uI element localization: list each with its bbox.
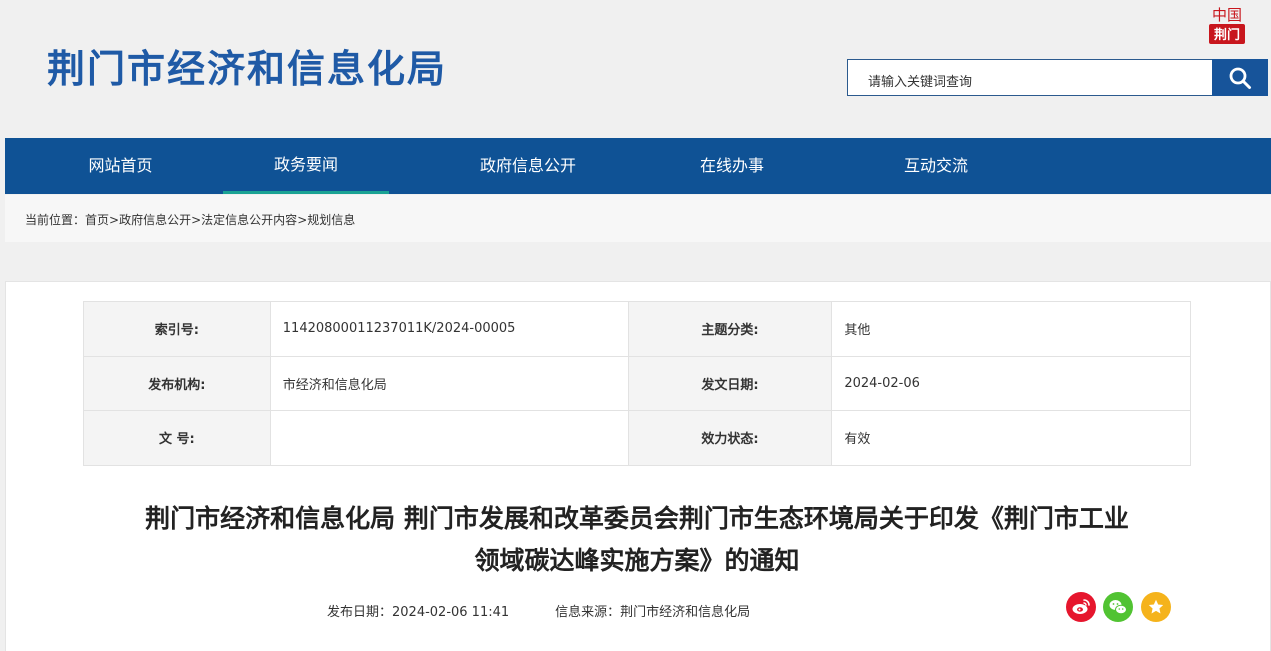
svg-text:荆门: 荆门 xyxy=(1214,27,1240,43)
index-value: 11420800011237011K/2024-00005 xyxy=(269,301,629,357)
article-content: 索引号: 11420800011237011K/2024-00005 主题分类:… xyxy=(5,281,1271,651)
nav-item-home[interactable]: 网站首页 xyxy=(53,138,188,194)
breadcrumb-prefix: 当前位置： xyxy=(25,213,86,227)
nav-item-gov-info[interactable]: 政府信息公开 xyxy=(458,138,598,194)
doc-number-label: 文 号: xyxy=(83,410,271,466)
breadcrumb-plan-info[interactable]: 规划信息 xyxy=(307,213,355,227)
publish-date: 发布日期：2024-02-06 11:41 xyxy=(327,605,510,620)
date-label: 发文日期: xyxy=(627,355,833,411)
nav-item-interaction[interactable]: 互动交流 xyxy=(872,138,1000,194)
search-button[interactable] xyxy=(1212,59,1268,96)
wechat-icon xyxy=(1109,600,1127,615)
table-row: 发布机构: 市经济和信息化局 发文日期: 2024-02-06 xyxy=(83,355,1191,411)
breadcrumb-bar: 当前位置：首页>政府信息公开>法定信息公开内容>规划信息 xyxy=(5,195,1271,242)
date-value: 2024-02-06 xyxy=(831,355,1191,411)
main-nav: 网站首页 政务要闻 政府信息公开 在线办事 互动交流 xyxy=(5,138,1271,194)
article-info: 发布日期：2024-02-06 11:41 信息来源：荆门市经济和信息化局 xyxy=(327,601,750,620)
info-source: 信息来源：荆门市经济和信息化局 xyxy=(555,605,751,620)
article-title: 荆门市经济和信息化局 荆门市发展和改革委员会荆门市生态环境局关于印发《荆门市工业… xyxy=(83,498,1191,582)
search-icon xyxy=(1229,67,1251,89)
article-title-line-2: 领域碳达峰实施方案》的通知 xyxy=(474,546,800,575)
favorite-star-icon xyxy=(1148,599,1164,614)
share-wechat-button[interactable] xyxy=(1103,592,1133,622)
document-meta-table: 索引号: 11420800011237011K/2024-00005 主题分类:… xyxy=(83,301,1191,466)
breadcrumb-separator: > xyxy=(297,213,308,227)
status-value: 有效 xyxy=(831,410,1191,466)
search-input[interactable]: 请输入关键词查询 xyxy=(847,59,1212,96)
topic-label: 主题分类: xyxy=(627,301,833,357)
site-title[interactable]: 荆门市经济和信息化局 xyxy=(47,38,447,93)
org-label: 发布机构: xyxy=(83,355,271,411)
nav-item-news[interactable]: 政务要闻 xyxy=(223,138,389,194)
doc-number-value xyxy=(269,410,629,466)
breadcrumb-gov-info[interactable]: 政府信息公开 xyxy=(119,213,191,227)
svg-text:中国: 中国 xyxy=(1212,6,1242,24)
breadcrumb-separator: > xyxy=(109,213,120,227)
status-label: 效力状态: xyxy=(627,410,833,466)
table-row: 索引号: 11420800011237011K/2024-00005 主题分类:… xyxy=(83,301,1191,357)
breadcrumb-home[interactable]: 首页 xyxy=(85,213,109,227)
city-seal-logo: 中国 荆门 xyxy=(1209,6,1245,44)
share-favorite-button[interactable] xyxy=(1141,592,1171,622)
topic-value: 其他 xyxy=(831,301,1191,357)
index-label: 索引号: xyxy=(83,301,271,357)
breadcrumb-legal-info[interactable]: 法定信息公开内容 xyxy=(201,213,297,227)
share-weibo-button[interactable] xyxy=(1066,592,1096,622)
weibo-icon xyxy=(1072,599,1090,614)
breadcrumb-separator: > xyxy=(191,213,202,227)
org-value: 市经济和信息化局 xyxy=(269,355,629,411)
breadcrumb: 当前位置：首页>政府信息公开>法定信息公开内容>规划信息 xyxy=(25,211,355,228)
nav-item-online-service[interactable]: 在线办事 xyxy=(668,138,796,194)
article-title-line-1: 荆门市经济和信息化局 荆门市发展和改革委员会荆门市生态环境局关于印发《荆门市工业 xyxy=(145,504,1129,533)
table-row: 文 号: 效力状态: 有效 xyxy=(83,410,1191,466)
